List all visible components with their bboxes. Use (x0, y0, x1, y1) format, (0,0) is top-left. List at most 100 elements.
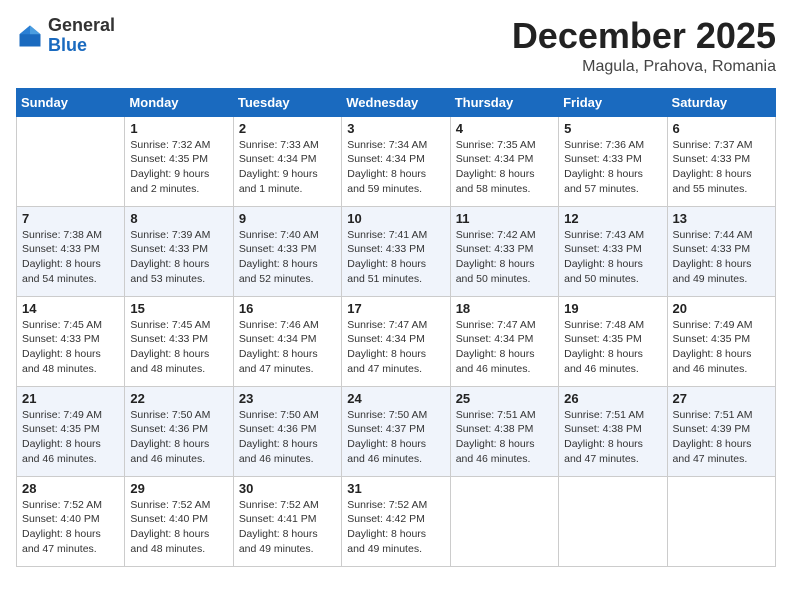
day-number: 3 (347, 121, 444, 136)
day-number: 28 (22, 481, 119, 496)
calendar-cell: 21Sunrise: 7:49 AMSunset: 4:35 PMDayligh… (17, 386, 125, 476)
day-number: 25 (456, 391, 553, 406)
calendar-cell: 11 Sunrise: 7:42 AMSunset: 4:33 PMDayligh… (450, 206, 558, 296)
cell-content: Sunrise: 7:46 AMSunset: 4:34 PMDaylight:… (239, 318, 336, 377)
calendar-cell: 8 Sunrise: 7:39 AMSunset: 4:33 PMDaylight… (125, 206, 233, 296)
day-number: 11 (456, 211, 553, 226)
calendar-cell: 27 Sunrise: 7:51 AMSunset: 4:39 PMDayligh… (667, 386, 775, 476)
day-number: 17 (347, 301, 444, 316)
logo: General Blue (16, 16, 115, 56)
header-tuesday: Tuesday (233, 88, 341, 116)
calendar-cell: 2Sunrise: 7:33 AMSunset: 4:34 PMDaylight… (233, 116, 341, 206)
cell-content: Sunrise: 7:44 AMSunset: 4:33 PMDaylight:… (673, 228, 770, 287)
day-number: 10 (347, 211, 444, 226)
header-wednesday: Wednesday (342, 88, 450, 116)
day-number: 1 (130, 121, 227, 136)
calendar-cell: 3Sunrise: 7:34 AMSunset: 4:34 PMDaylight… (342, 116, 450, 206)
calendar-cell: 4Sunrise: 7:35 AMSunset: 4:34 PMDaylight… (450, 116, 558, 206)
calendar-cell: 7Sunrise: 7:38 AMSunset: 4:33 PMDaylight… (17, 206, 125, 296)
calendar-cell: 5Sunrise: 7:36 AMSunset: 4:33 PMDaylight… (559, 116, 667, 206)
cell-content: Sunrise: 7:32 AMSunset: 4:35 PMDaylight:… (130, 138, 227, 197)
day-number: 27 (673, 391, 770, 406)
day-number: 20 (673, 301, 770, 316)
calendar-week-row: 7Sunrise: 7:38 AMSunset: 4:33 PMDaylight… (17, 206, 776, 296)
calendar-cell: 18 Sunrise: 7:47 AMSunset: 4:34 PMDayligh… (450, 296, 558, 386)
calendar-cell: 17Sunrise: 7:47 AMSunset: 4:34 PMDayligh… (342, 296, 450, 386)
cell-content: Sunrise: 7:52 AMSunset: 4:40 PMDaylight:… (130, 498, 227, 557)
calendar-cell: 24Sunrise: 7:50 AMSunset: 4:37 PMDayligh… (342, 386, 450, 476)
calendar-cell: 20 Sunrise: 7:49 AMSunset: 4:35 PMDayligh… (667, 296, 775, 386)
day-number: 5 (564, 121, 661, 136)
cell-content: Sunrise: 7:38 AMSunset: 4:33 PMDaylight:… (22, 228, 119, 287)
cell-content: Sunrise: 7:52 AMSunset: 4:42 PMDaylight:… (347, 498, 444, 557)
calendar-week-row: 14Sunrise: 7:45 AMSunset: 4:33 PMDayligh… (17, 296, 776, 386)
calendar-cell: 22Sunrise: 7:50 AMSunset: 4:36 PMDayligh… (125, 386, 233, 476)
day-number: 30 (239, 481, 336, 496)
cell-content: Sunrise: 7:50 AMSunset: 4:36 PMDaylight:… (239, 408, 336, 467)
calendar-cell: 1 Sunrise: 7:32 AMSunset: 4:35 PMDaylight… (125, 116, 233, 206)
cell-content: Sunrise: 7:42 AMSunset: 4:33 PMDaylight:… (456, 228, 553, 287)
month-title: December 2025 (512, 16, 776, 56)
day-number: 18 (456, 301, 553, 316)
day-number: 21 (22, 391, 119, 406)
header-saturday: Saturday (667, 88, 775, 116)
day-number: 23 (239, 391, 336, 406)
calendar-cell: 31 Sunrise: 7:52 AMSunset: 4:42 PMDayligh… (342, 476, 450, 566)
calendar-cell: 25 Sunrise: 7:51 AMSunset: 4:38 PMDayligh… (450, 386, 558, 476)
cell-content: Sunrise: 7:39 AMSunset: 4:33 PMDaylight:… (130, 228, 227, 287)
cell-content: Sunrise: 7:33 AMSunset: 4:34 PMDaylight:… (239, 138, 336, 197)
day-number: 19 (564, 301, 661, 316)
calendar-cell: 14Sunrise: 7:45 AMSunset: 4:33 PMDayligh… (17, 296, 125, 386)
header-thursday: Thursday (450, 88, 558, 116)
calendar-cell (559, 476, 667, 566)
cell-content: Sunrise: 7:49 AMSunset: 4:35 PMDaylight:… (673, 318, 770, 377)
calendar-cell: 26Sunrise: 7:51 AMSunset: 4:38 PMDayligh… (559, 386, 667, 476)
calendar-cell: 12 Sunrise: 7:43 AMSunset: 4:33 PMDayligh… (559, 206, 667, 296)
calendar-week-row: 1 Sunrise: 7:32 AMSunset: 4:35 PMDaylight… (17, 116, 776, 206)
logo-blue: Blue (48, 35, 87, 55)
header-monday: Monday (125, 88, 233, 116)
cell-content: Sunrise: 7:37 AMSunset: 4:33 PMDaylight:… (673, 138, 770, 197)
calendar-cell: 19 Sunrise: 7:48 AMSunset: 4:35 PMDayligh… (559, 296, 667, 386)
calendar-table: SundayMondayTuesdayWednesdayThursdayFrid… (16, 88, 776, 567)
day-number: 8 (130, 211, 227, 226)
day-number: 15 (130, 301, 227, 316)
calendar-cell: 15Sunrise: 7:45 AMSunset: 4:33 PMDayligh… (125, 296, 233, 386)
title-block: December 2025 Magula, Prahova, Romania (512, 16, 776, 76)
cell-content: Sunrise: 7:51 AMSunset: 4:38 PMDaylight:… (456, 408, 553, 467)
calendar-cell: 6 Sunrise: 7:37 AMSunset: 4:33 PMDaylight… (667, 116, 775, 206)
calendar-week-row: 21Sunrise: 7:49 AMSunset: 4:35 PMDayligh… (17, 386, 776, 476)
logo-general: General (48, 15, 115, 35)
cell-content: Sunrise: 7:43 AMSunset: 4:33 PMDaylight:… (564, 228, 661, 287)
cell-content: Sunrise: 7:35 AMSunset: 4:34 PMDaylight:… (456, 138, 553, 197)
calendar-cell (450, 476, 558, 566)
day-number: 26 (564, 391, 661, 406)
day-number: 12 (564, 211, 661, 226)
day-number: 22 (130, 391, 227, 406)
calendar-cell (667, 476, 775, 566)
cell-content: Sunrise: 7:47 AMSunset: 4:34 PMDaylight:… (456, 318, 553, 377)
day-number: 13 (673, 211, 770, 226)
day-number: 24 (347, 391, 444, 406)
calendar-cell (17, 116, 125, 206)
calendar-cell: 10Sunrise: 7:41 AMSunset: 4:33 PMDayligh… (342, 206, 450, 296)
cell-content: Sunrise: 7:48 AMSunset: 4:35 PMDaylight:… (564, 318, 661, 377)
day-number: 16 (239, 301, 336, 316)
calendar-cell: 28 Sunrise: 7:52 AMSunset: 4:40 PMDayligh… (17, 476, 125, 566)
calendar-week-row: 28 Sunrise: 7:52 AMSunset: 4:40 PMDayligh… (17, 476, 776, 566)
cell-content: Sunrise: 7:40 AMSunset: 4:33 PMDaylight:… (239, 228, 336, 287)
day-number: 29 (130, 481, 227, 496)
header-sunday: Sunday (17, 88, 125, 116)
day-number: 9 (239, 211, 336, 226)
header-friday: Friday (559, 88, 667, 116)
calendar-cell: 29 Sunrise: 7:52 AMSunset: 4:40 PMDayligh… (125, 476, 233, 566)
calendar-header-row: SundayMondayTuesdayWednesdayThursdayFrid… (17, 88, 776, 116)
calendar-cell: 30Sunrise: 7:52 AMSunset: 4:41 PMDayligh… (233, 476, 341, 566)
calendar-cell: 16 Sunrise: 7:46 AMSunset: 4:34 PMDayligh… (233, 296, 341, 386)
cell-content: Sunrise: 7:52 AMSunset: 4:40 PMDaylight:… (22, 498, 119, 557)
cell-content: Sunrise: 7:51 AMSunset: 4:39 PMDaylight:… (673, 408, 770, 467)
day-number: 31 (347, 481, 444, 496)
location-subtitle: Magula, Prahova, Romania (512, 58, 776, 76)
day-number: 6 (673, 121, 770, 136)
calendar-cell: 9 Sunrise: 7:40 AMSunset: 4:33 PMDaylight… (233, 206, 341, 296)
